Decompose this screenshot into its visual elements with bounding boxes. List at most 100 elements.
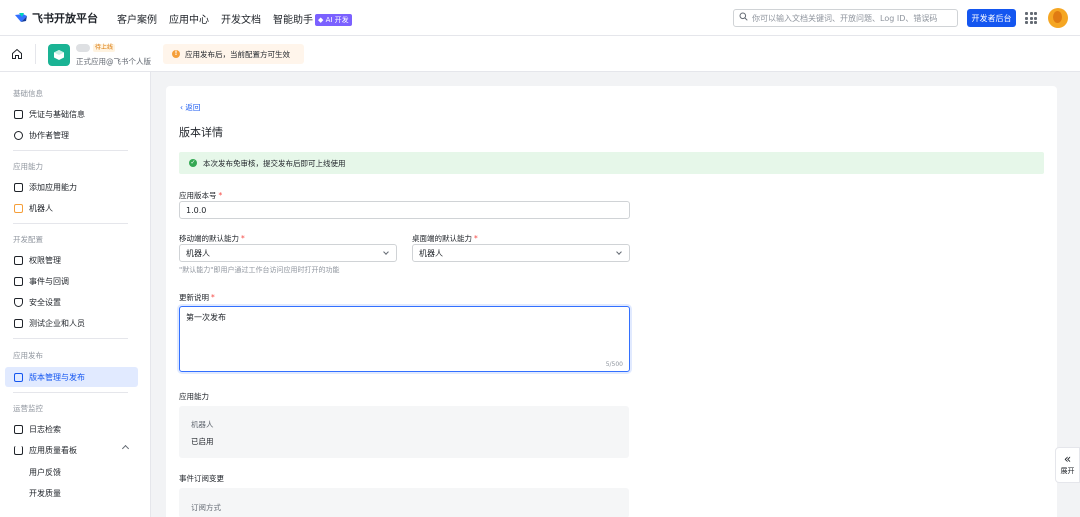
developer-console-button[interactable]: 开发者后台 [967, 9, 1016, 27]
test-icon [14, 318, 23, 328]
logo-text: 飞书开放平台 [32, 12, 98, 25]
mobile-ability-label: 移动端的默认能力 * [179, 233, 245, 244]
app-icon [48, 44, 70, 66]
sidebar-divider [13, 150, 128, 151]
sidebar-divider [13, 223, 128, 224]
app-name-placeholder [76, 44, 90, 52]
user-icon [14, 130, 23, 140]
search-input[interactable] [752, 13, 952, 23]
sidebar-item-add-ability[interactable]: 添加应用能力 [5, 177, 138, 197]
sidebar-subitem-feedback[interactable]: 用户反馈 [29, 467, 61, 478]
credentials-icon [14, 109, 23, 119]
double-chevron-left-icon: « [1063, 452, 1072, 466]
version-label-text: 应用版本号 [179, 191, 217, 200]
version-label: 应用版本号 * [179, 190, 222, 201]
ability-status: 已启用 [191, 437, 214, 446]
sidebar-item-label: 凭证与基础信息 [29, 109, 85, 119]
feishu-logo-icon [14, 11, 28, 25]
sidebar-item-quality[interactable]: 应用质量看板 [5, 440, 138, 460]
version-input[interactable]: 1.0.0 [179, 201, 630, 219]
success-alert-text: 本次发布免审核，提交发布后即可上线使用 [203, 158, 346, 168]
nav-customer-cases[interactable]: 客户案例 [117, 11, 157, 26]
sidebar-item-credentials[interactable]: 凭证与基础信息 [5, 104, 138, 124]
bot-icon [14, 203, 23, 213]
release-notes-value: 第一次发布 [186, 313, 226, 322]
sidebar-subitem-dev-quality[interactable]: 开发质量 [29, 488, 61, 499]
notes-label: 更新说明 * [179, 292, 215, 303]
nav-dev-docs[interactable]: 开发文档 [221, 11, 261, 26]
sidebar-item-collaborators[interactable]: 协作者管理 [5, 125, 138, 145]
subscription-method-label: 订阅方式 [191, 503, 221, 512]
desktop-ability-label-text: 桌面端的默认能力 [412, 234, 472, 243]
lock-icon [14, 255, 23, 265]
back-link-label: 返回 [185, 103, 201, 112]
mobile-ability-select[interactable]: 机器人 [179, 244, 397, 262]
search-icon [739, 12, 748, 24]
required-mark: * [218, 191, 223, 200]
sidebar-item-bot[interactable]: 机器人 [5, 198, 138, 218]
sidebar-item-label: 安全设置 [29, 297, 61, 307]
mobile-ability-label-text: 移动端的默认能力 [179, 234, 239, 243]
desktop-ability-label: 桌面端的默认能力 * [412, 233, 478, 244]
release-notes-textarea[interactable]: 第一次发布 5/500 [179, 306, 630, 372]
sidebar-group-release: 应用发布 [13, 351, 43, 360]
sidebar-item-label: 权限管理 [29, 255, 61, 265]
sidebar-divider [13, 392, 128, 393]
user-avatar[interactable] [1048, 8, 1068, 28]
events-section-title: 事件订阅变更 [179, 474, 224, 483]
sidebar-item-events[interactable]: 事件与回调 [5, 271, 138, 291]
apps-grid-icon[interactable] [1025, 12, 1037, 24]
required-mark: * [211, 293, 215, 302]
main-nav: 客户案例 应用中心 开发文档 智能助手 ◆ AI 开发 [117, 11, 352, 26]
desktop-ability-select[interactable]: 机器人 [412, 244, 630, 262]
notes-label-text: 更新说明 [179, 293, 209, 302]
ability-section-title: 应用能力 [179, 392, 209, 401]
chart-icon [14, 445, 23, 455]
default-ability-hint: "默认能力"即用户通过工作台访问应用时打开的功能 [179, 266, 340, 274]
ability-card: 机器人 已启用 [179, 406, 629, 458]
app-header: 待上线 正式应用@飞书个人版 [0, 36, 1080, 72]
events-icon [14, 276, 23, 286]
sidebar-item-label: 添加应用能力 [29, 182, 77, 192]
publish-notice: ! 应用发布后，当前配置方可生效 [163, 44, 304, 64]
sidebar-item-logs[interactable]: 日志检索 [5, 419, 138, 439]
warning-icon: ! [172, 50, 180, 58]
search-box[interactable] [733, 9, 958, 27]
mobile-ability-value: 机器人 [186, 248, 210, 258]
sidebar: 基础信息 凭证与基础信息 协作者管理 应用能力 添加应用能力 机器人 开发配置 … [0, 72, 151, 517]
chevron-up-icon [121, 444, 130, 453]
nav-app-center[interactable]: 应用中心 [169, 11, 209, 26]
sidebar-item-label: 测试企业和人员 [29, 318, 85, 328]
expand-panel-button[interactable]: « 展开 [1055, 447, 1080, 483]
sidebar-item-permissions[interactable]: 权限管理 [5, 250, 138, 270]
nav-ai-assistant[interactable]: 智能助手 ◆ AI 开发 [273, 11, 352, 26]
check-circle-icon: ✓ [189, 159, 197, 167]
add-ability-icon [14, 182, 23, 192]
app-description: 正式应用@飞书个人版 [76, 57, 151, 66]
top-navbar: 飞书开放平台 客户案例 应用中心 开发文档 智能助手◆ AI 开发 开发者后台 [0, 0, 1080, 36]
divider [35, 44, 36, 64]
required-mark: * [474, 234, 478, 243]
sidebar-item-label: 机器人 [29, 203, 53, 213]
sidebar-item-label: 事件与回调 [29, 276, 69, 286]
chevron-down-icon [616, 249, 622, 255]
sidebar-group-config: 开发配置 [13, 235, 43, 244]
expand-label: 展开 [1060, 467, 1075, 475]
sidebar-group-ability: 应用能力 [13, 162, 43, 171]
sidebar-item-test-users[interactable]: 测试企业和人员 [5, 313, 138, 333]
log-icon [14, 424, 23, 434]
version-detail-panel: ‹ 返回 版本详情 ✓ 本次发布免审核，提交发布后即可上线使用 应用版本号 * 1… [166, 86, 1057, 517]
back-link[interactable]: ‹ 返回 [180, 102, 200, 113]
sidebar-item-label: 日志检索 [29, 424, 61, 434]
sidebar-divider [13, 338, 128, 339]
sidebar-item-security[interactable]: 安全设置 [5, 292, 138, 312]
ability-name: 机器人 [191, 420, 214, 429]
nav-ai-assistant-label: 智能助手 [273, 15, 313, 26]
events-card: 订阅方式 [179, 488, 629, 517]
logo[interactable]: 飞书开放平台 [14, 10, 98, 26]
home-icon[interactable] [11, 48, 23, 60]
sidebar-item-version[interactable]: 版本管理与发布 [5, 367, 138, 387]
publish-notice-text: 应用发布后，当前配置方可生效 [185, 49, 290, 59]
sidebar-item-label: 应用质量看板 [29, 445, 77, 455]
shield-icon [14, 297, 23, 307]
